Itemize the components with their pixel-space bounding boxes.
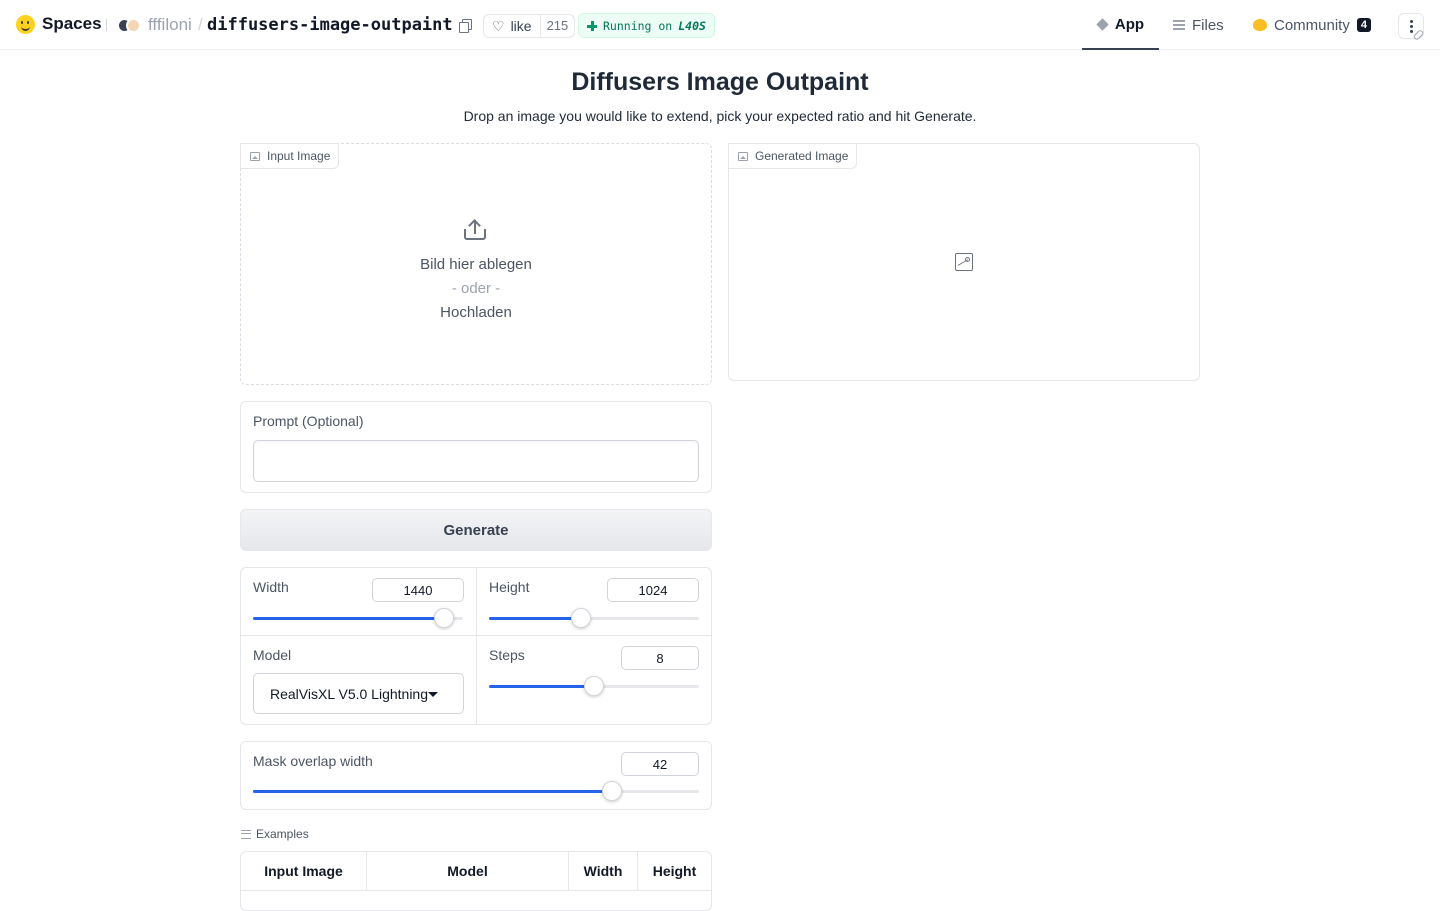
- image-icon: [250, 151, 260, 161]
- status-badge: Running on L40S: [578, 13, 715, 38]
- caret-down-icon: [428, 692, 438, 697]
- mask-overlap-input[interactable]: [621, 752, 699, 776]
- hardware-plus-icon: [587, 20, 597, 31]
- model-dropdown[interactable]: RealVisXL V5.0 Lightning: [253, 673, 464, 714]
- community-icon: [1253, 19, 1267, 31]
- steps-slider-thumb[interactable]: [584, 676, 604, 696]
- like-label: like: [510, 18, 532, 34]
- height-slider-thumb[interactable]: [571, 608, 591, 628]
- upload-text[interactable]: Hochladen: [240, 304, 712, 321]
- like-count[interactable]: 215: [539, 15, 575, 37]
- column-header: Input Image: [241, 852, 367, 890]
- generated-image-label: Generated Image: [728, 143, 858, 169]
- examples-label: Examples: [241, 827, 309, 841]
- steps-slider[interactable]: [489, 676, 699, 696]
- mask-overlap-slider[interactable]: [253, 781, 699, 801]
- input-image-label-text: Input Image: [267, 149, 331, 163]
- height-slider[interactable]: [489, 608, 699, 628]
- copy-icon[interactable]: [459, 19, 472, 33]
- divider: [241, 635, 711, 636]
- path-separator: /: [198, 15, 203, 34]
- steps-label: Steps: [489, 647, 525, 663]
- divider: [476, 568, 477, 724]
- drop-text: Bild hier ablegen: [420, 256, 532, 273]
- examples-table: Input Image Model Width Height: [240, 851, 712, 911]
- tab-app[interactable]: App: [1082, 0, 1159, 50]
- link-icon: [1412, 28, 1423, 39]
- brand-label: Spaces: [42, 14, 102, 33]
- like-button[interactable]: ♡ like 215: [483, 14, 576, 38]
- drop-or-text: - oder -: [451, 280, 501, 297]
- column-header: Height: [652, 863, 697, 879]
- page-title: Diffusers Image Outpaint: [571, 68, 869, 96]
- top-bar: Spaces fffiloni / diffusers-image-outpai…: [0, 0, 1440, 50]
- prompt-input[interactable]: [253, 440, 699, 482]
- tab-community-label: Community: [1274, 16, 1350, 34]
- model-selected-value: RealVisXL V5.0 Lightning: [270, 685, 428, 702]
- width-slider-thumb[interactable]: [434, 608, 454, 628]
- steps-input[interactable]: [621, 646, 699, 670]
- height-input[interactable]: [607, 578, 699, 602]
- width-label: Width: [253, 579, 289, 595]
- width-input[interactable]: [372, 578, 464, 602]
- page-subtitle: Drop an image you would like to extend, …: [463, 108, 977, 124]
- upload-icon[interactable]: [463, 218, 487, 241]
- image-placeholder-icon: [955, 253, 973, 271]
- heart-icon: ♡: [492, 17, 505, 34]
- tab-files-label: Files: [1192, 16, 1224, 34]
- generate-button[interactable]: Generate: [240, 509, 712, 551]
- dot-icon: [1409, 19, 1413, 23]
- width-slider[interactable]: [253, 608, 463, 628]
- hugging-face-logo-icon: [16, 14, 35, 34]
- mask-overlap-label: Mask overlap width: [253, 753, 373, 769]
- generated-image-label-text: Generated Image: [755, 149, 849, 163]
- mask-overlap-slider-thumb[interactable]: [602, 781, 622, 801]
- owner-link[interactable]: fffiloni: [148, 15, 192, 35]
- status-text: Running on: [603, 18, 673, 33]
- input-image-label: Input Image: [240, 143, 340, 169]
- cube-icon: [1096, 17, 1109, 31]
- prompt-label: Prompt (Optional): [253, 413, 364, 429]
- examples-label-text: Examples: [256, 827, 309, 841]
- tab-community[interactable]: Community 4: [1253, 0, 1371, 50]
- community-count-badge: 4: [1356, 18, 1371, 32]
- column-header: Model: [367, 852, 569, 890]
- model-label: Model: [253, 647, 292, 663]
- height-label: Height: [489, 579, 530, 595]
- image-icon: [738, 151, 748, 161]
- owner-avatars[interactable]: [117, 18, 141, 33]
- files-icon: [1173, 20, 1185, 30]
- divider: [241, 890, 711, 891]
- divider: [106, 19, 107, 31]
- tab-files[interactable]: Files: [1173, 0, 1224, 50]
- tab-app-label: App: [1114, 15, 1145, 33]
- spaces-home-link[interactable]: Spaces: [16, 14, 102, 34]
- list-icon: [241, 829, 251, 839]
- status-hardware: L40S: [678, 18, 706, 33]
- repo-name-link[interactable]: diffusers-image-outpaint: [207, 15, 453, 35]
- column-header: Width: [569, 852, 638, 890]
